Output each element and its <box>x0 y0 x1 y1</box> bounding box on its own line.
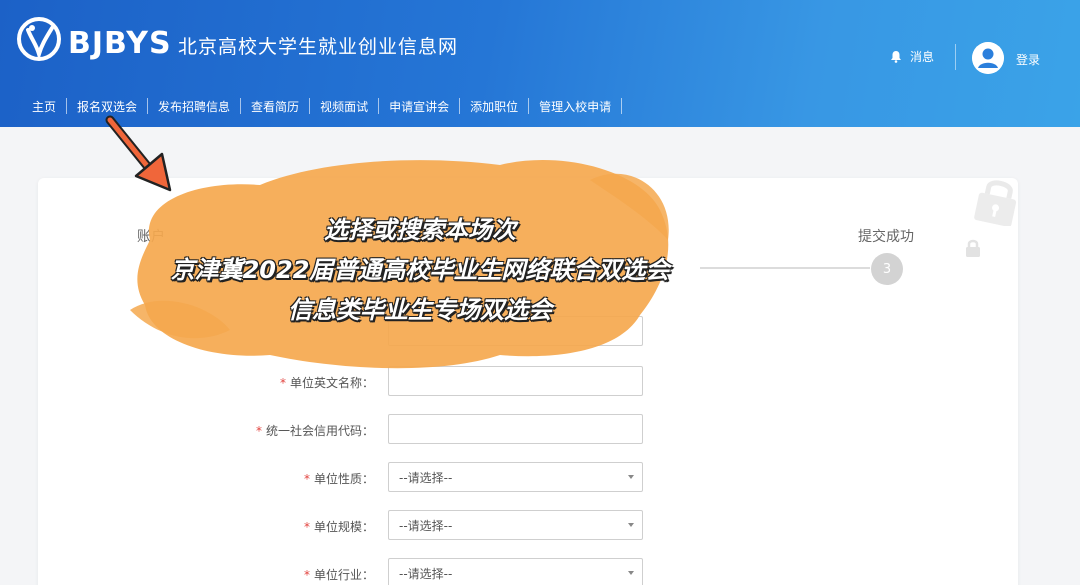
step-progress-line <box>700 267 870 269</box>
brand-name: BJBYS <box>68 26 172 61</box>
nav-item-video-interview[interactable]: 视频面试 <box>310 95 378 117</box>
messages-label: 消息 <box>910 50 935 64</box>
chevron-down-icon <box>628 475 634 479</box>
nav-item-apply-seminar[interactable]: 申请宣讲会 <box>379 95 459 117</box>
step-3-circle: 3 <box>871 253 903 285</box>
user-avatar-icon[interactable] <box>972 42 1004 74</box>
unit-scale-select[interactable]: --请选择-- <box>388 510 643 540</box>
nav-item-manage-campus[interactable]: 管理入校申请 <box>529 95 621 117</box>
unit-scale-label: * 单位规模： <box>303 520 374 534</box>
lock-icon <box>966 239 980 257</box>
caption-line-1: 选择或搜索本场次 <box>324 216 516 244</box>
bell-icon <box>891 51 901 63</box>
nav-separator <box>621 98 623 114</box>
pointer-arrow-icon <box>105 115 172 192</box>
messages-link[interactable]: 消息 <box>890 48 934 65</box>
site-header: BJBYS 北京高校大学生就业创业信息网 消息 登录 主页 报名双选会 发布招聘… <box>0 0 1080 127</box>
chevron-down-icon <box>628 523 634 527</box>
nav-item-add-position[interactable]: 添加职位 <box>460 95 528 117</box>
nav-item-view-resumes[interactable]: 查看简历 <box>241 95 309 117</box>
nav-item-home[interactable]: 主页 <box>22 95 66 117</box>
login-link[interactable]: 登录 <box>1016 51 1040 68</box>
step-3-label: 提交成功 <box>858 229 914 245</box>
caption-line-3: 信息类毕业生专场双选会 <box>288 296 552 324</box>
header-divider <box>955 44 956 70</box>
overlay-caption: 选择或搜索本场次 京津冀2022届普通高校毕业生网络联合双选会 信息类毕业生专场… <box>125 210 715 330</box>
lock-watermark-icon <box>974 180 1017 226</box>
caption-line-2: 京津冀2022届普通高校毕业生网络联合双选会 <box>170 256 670 284</box>
chevron-down-icon <box>628 571 634 575</box>
bjbys-logo-icon[interactable] <box>16 16 62 62</box>
unit-industry-label: * 单位行业： <box>303 568 374 582</box>
credit-code-input[interactable] <box>388 414 643 444</box>
brand-subtitle: 北京高校大学生就业创业信息网 <box>178 36 459 58</box>
unit-nature-select[interactable]: --请选择-- <box>388 462 643 492</box>
credit-code-label: * 统一社会信用代码： <box>255 424 374 438</box>
unit-industry-select[interactable]: --请选择-- <box>388 558 643 585</box>
unit-nature-label: * 单位性质： <box>303 472 374 486</box>
